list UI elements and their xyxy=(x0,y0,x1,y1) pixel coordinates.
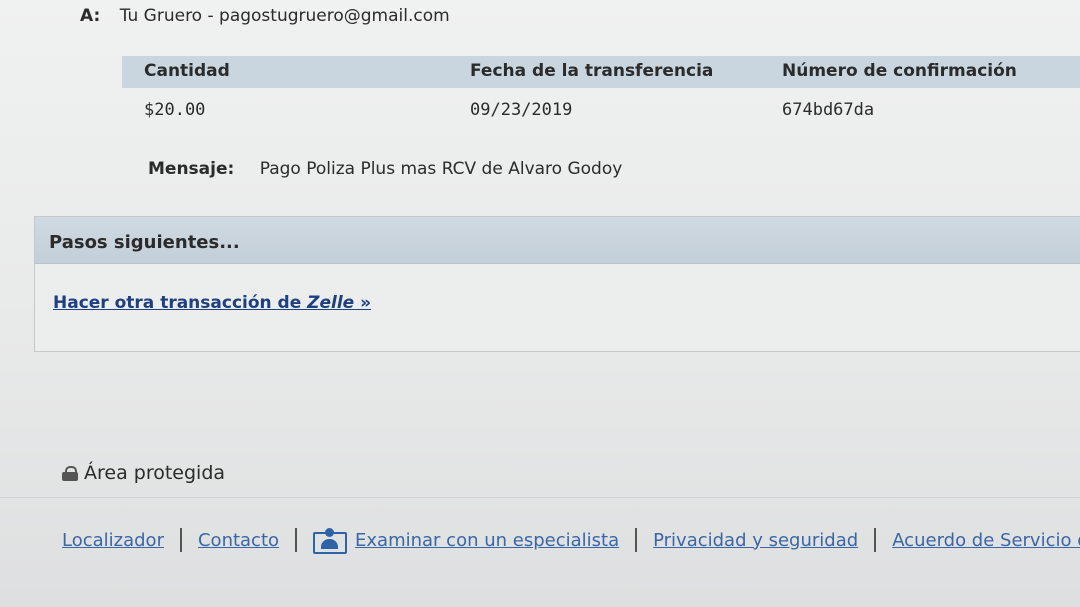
message-label: Mensaje: xyxy=(148,159,235,179)
specialist-icon[interactable] xyxy=(313,528,348,554)
service-agreement-link[interactable]: Acuerdo de Servicio de la xyxy=(892,530,1080,551)
new-zelle-transaction-link[interactable]: Hacer otra transacción de Zelle » xyxy=(53,293,371,313)
recipient-value: Tu Gruero - pagostugruero@gmail.com xyxy=(119,6,450,26)
next-steps-title: Pasos siguientes... xyxy=(49,232,240,253)
page: A: Tu Gruero - pagostugruero@gmail.com C… xyxy=(0,0,1080,607)
recipient-label: A: xyxy=(80,6,101,26)
zelle-brand: Zelle xyxy=(307,293,355,313)
next-steps-panel: Pasos siguientes... Hacer otra transacci… xyxy=(34,216,1080,352)
cell-amount: $20.00 xyxy=(144,100,206,120)
footer-separator xyxy=(635,528,638,552)
header-amount: Cantidad xyxy=(144,61,230,81)
footer-separator xyxy=(295,528,298,552)
footer-separator xyxy=(179,528,182,552)
secure-area-label: Área protegida xyxy=(84,462,226,484)
footer-links: Localizador Contacto Examinar con un esp… xyxy=(62,520,1080,560)
recipient-line: A: Tu Gruero - pagostugruero@gmail.com xyxy=(80,6,450,26)
link-text-prefix: Hacer otra transacción de xyxy=(53,293,308,313)
message-value: Pago Poliza Plus mas RCV de Alvaro Godoy xyxy=(259,159,623,179)
link-chevron: » xyxy=(354,293,372,313)
specialist-link[interactable]: Examinar con un especialista xyxy=(355,530,619,551)
header-confirmation: Número de confirmación xyxy=(782,61,1017,81)
lock-icon xyxy=(62,466,78,481)
table-header: Cantidad Fecha de la transferencia Númer… xyxy=(122,56,1080,88)
privacy-link[interactable]: Privacidad y seguridad xyxy=(653,530,858,551)
contact-link[interactable]: Contacto xyxy=(198,530,279,551)
table-row: $20.00 09/23/2019 674bd67da xyxy=(122,88,1080,132)
cell-date: 09/23/2019 xyxy=(470,100,573,120)
footer-divider xyxy=(0,497,1080,498)
footer-separator xyxy=(874,528,877,552)
header-date: Fecha de la transferencia xyxy=(470,61,714,81)
transfer-details-table: Cantidad Fecha de la transferencia Númer… xyxy=(122,56,1080,132)
secure-area: Área protegida xyxy=(62,462,225,484)
message-line: Mensaje: Pago Poliza Plus mas RCV de Alv… xyxy=(148,159,622,179)
locator-link[interactable]: Localizador xyxy=(62,530,164,551)
next-steps-header: Pasos siguientes... xyxy=(35,217,1080,264)
cell-confirmation: 674bd67da xyxy=(782,100,875,120)
